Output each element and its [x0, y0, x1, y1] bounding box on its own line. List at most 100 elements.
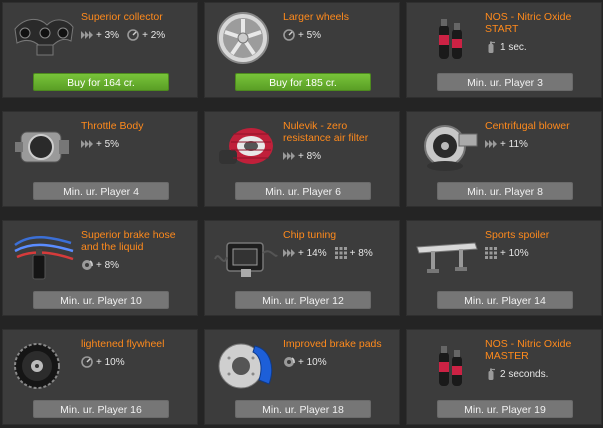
upgrade-title: Superior brake hose and the liquid	[81, 229, 176, 253]
stat-item: 1 sec.	[485, 41, 527, 53]
stat-value: + 8%	[298, 150, 322, 162]
grip-icon	[485, 247, 497, 259]
acceleration-icon	[283, 150, 295, 162]
min-level-button[interactable]: Min. ur. Player 18	[235, 400, 371, 418]
upgrade-stats: + 3% + 2%	[81, 29, 165, 41]
stat-item: + 8%	[283, 150, 321, 162]
stat-value: + 8%	[349, 247, 373, 259]
upgrade-title: Superior collector	[81, 11, 163, 23]
stat-item: + 5%	[283, 29, 321, 41]
stat-item: + 10%	[283, 356, 327, 368]
stat-item: + 10%	[485, 247, 529, 259]
brake-caliper-image	[213, 338, 279, 392]
stat-item: + 3%	[81, 29, 119, 41]
upgrade-title: NOS - Nitric Oxide START	[485, 11, 572, 35]
min-level-button[interactable]: Min. ur. Player 10	[33, 291, 169, 309]
extinguisher-icon	[485, 41, 497, 53]
stat-item: + 8%	[81, 259, 119, 271]
stat-value: + 8%	[96, 259, 120, 271]
upgrade-stats: + 10%	[485, 247, 529, 259]
upgrades-grid: Superior collector + 3% + 2% Buy for 164 cr…	[0, 0, 603, 428]
min-level-button[interactable]: Min. ur. Player 12	[235, 291, 371, 309]
upgrade-stats: 1 sec.	[485, 41, 527, 53]
alloy-wheel-image	[213, 11, 279, 65]
upgrade-card: Centrifugal blower + 11% Min. ur. Player 8	[406, 111, 602, 207]
upgrade-card: Superior brake hose and the liquid + 8% Mi…	[2, 220, 198, 316]
upgrade-card: NOS - Nitric Oxide MASTER 2 seconds. Min. …	[406, 329, 602, 425]
upgrade-card: Larger wheels + 5% Buy for 185 cr.	[204, 2, 400, 98]
stat-value: + 10%	[96, 356, 125, 368]
speedometer-icon	[81, 356, 93, 368]
stat-item: + 10%	[81, 356, 125, 368]
upgrade-title: Improved brake pads	[283, 338, 382, 350]
stat-value: + 14%	[298, 247, 327, 259]
min-level-button[interactable]: Min. ur. Player 16	[33, 400, 169, 418]
upgrade-title: Centrifugal blower	[485, 120, 570, 132]
stat-value: + 3%	[96, 29, 120, 41]
throttle-body-image	[11, 120, 77, 174]
stat-item: + 14%	[283, 247, 327, 259]
stat-value: + 5%	[96, 138, 120, 150]
stat-item: + 11%	[485, 138, 528, 150]
acceleration-icon	[81, 138, 93, 150]
upgrade-stats: + 5%	[283, 29, 321, 41]
upgrade-stats: + 8%	[81, 259, 119, 271]
upgrade-card: Sports spoiler + 10% Min. ur. Player 14	[406, 220, 602, 316]
upgrade-stats: 2 seconds.	[485, 368, 548, 380]
upgrade-stats: + 8%	[283, 150, 321, 162]
min-level-button[interactable]: Min. ur. Player 19	[437, 400, 573, 418]
upgrade-title: Chip tuning	[283, 229, 337, 241]
spoiler-image	[415, 229, 481, 283]
stat-value: 2 seconds.	[500, 368, 549, 380]
stat-value: + 2%	[142, 29, 166, 41]
upgrade-card: Superior collector + 3% + 2% Buy for 164 cr…	[2, 2, 198, 98]
upgrade-stats: + 11%	[485, 138, 528, 150]
nitro-bottles-image	[415, 338, 481, 392]
brake-disc-icon	[81, 259, 93, 271]
acceleration-icon	[283, 247, 295, 259]
upgrade-title: Sports spoiler	[485, 229, 550, 241]
min-level-button[interactable]: Min. ur. Player 3	[437, 73, 573, 91]
stat-item: + 2%	[127, 29, 165, 41]
upgrade-card: Nulevik - zero resistance air filter + 8%…	[204, 111, 400, 207]
upgrade-stats: + 10%	[81, 356, 125, 368]
grip-icon	[334, 247, 347, 259]
upgrade-card: lightened flywheel + 10% Min. ur. Player 1…	[2, 329, 198, 425]
stat-value: + 5%	[298, 29, 322, 41]
upgrade-title: NOS - Nitric Oxide MASTER	[485, 338, 572, 362]
chip-tuning-image	[213, 229, 279, 283]
exhaust-manifold-image	[11, 11, 77, 65]
upgrade-card: Throttle Body + 5% Min. ur. Player 4	[2, 111, 198, 207]
nitro-bottles-image	[415, 11, 481, 65]
upgrade-title: lightened flywheel	[81, 338, 165, 350]
stat-value: 1 sec.	[500, 41, 527, 53]
acceleration-icon	[485, 138, 497, 150]
stat-item: + 8%	[334, 247, 373, 259]
stat-value: + 10%	[298, 356, 327, 368]
min-level-button[interactable]: Min. ur. Player 8	[437, 182, 573, 200]
air-filter-image	[213, 120, 279, 174]
min-level-button[interactable]: Min. ur. Player 14	[437, 291, 573, 309]
turbo-blower-image	[415, 120, 481, 174]
upgrade-title: Nulevik - zero resistance air filter	[283, 120, 369, 144]
flywheel-image	[11, 338, 77, 392]
stat-item: 2 seconds.	[485, 368, 548, 380]
upgrade-stats: + 5%	[81, 138, 119, 150]
min-level-button[interactable]: Min. ur. Player 4	[33, 182, 169, 200]
brake-hoses-image	[11, 229, 77, 283]
speedometer-icon	[283, 29, 295, 41]
buy-button[interactable]: Buy for 164 cr.	[33, 73, 169, 91]
extinguisher-icon	[485, 368, 497, 380]
stat-item: + 5%	[81, 138, 119, 150]
upgrade-title: Throttle Body	[81, 120, 144, 132]
upgrade-card: NOS - Nitric Oxide START 1 sec. Min. ur. P…	[406, 2, 602, 98]
acceleration-icon	[81, 29, 93, 41]
upgrade-card: Chip tuning + 14% + 8% Min. ur. Player 12	[204, 220, 400, 316]
stat-value: + 11%	[500, 138, 528, 150]
buy-button[interactable]: Buy for 185 cr.	[235, 73, 371, 91]
speedometer-icon	[127, 29, 139, 41]
upgrade-stats: + 14% + 8%	[283, 247, 373, 259]
brake-disc-icon	[283, 356, 295, 368]
min-level-button[interactable]: Min. ur. Player 6	[235, 182, 371, 200]
upgrade-title: Larger wheels	[283, 11, 349, 23]
